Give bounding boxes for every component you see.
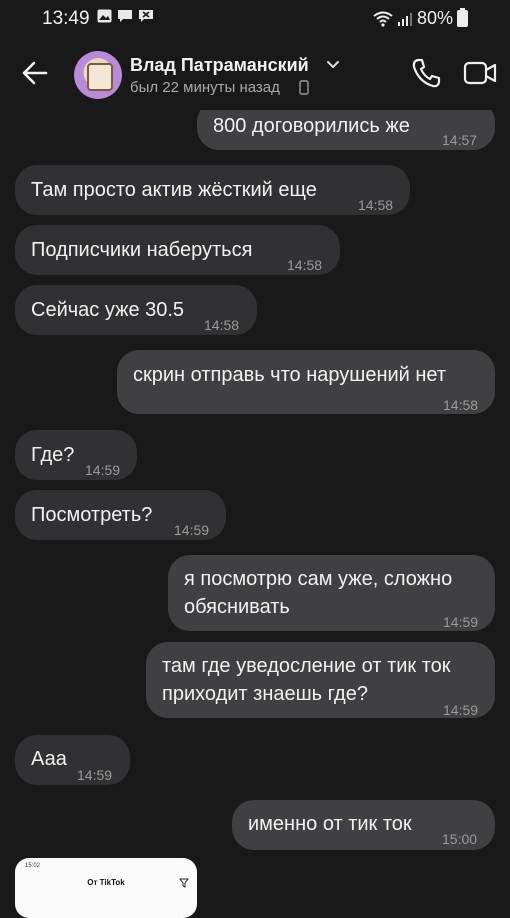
- message-text: Ааа: [31, 748, 67, 770]
- battery-icon: [457, 8, 468, 27]
- message-bubble[interactable]: скрин отправь что нарушений нет 14:58: [117, 350, 495, 414]
- message-bubble[interactable]: Где? 14:59: [15, 430, 137, 480]
- wifi-icon: [373, 11, 393, 27]
- status-bar: 13:49 80%: [0, 0, 510, 36]
- message-text: 800 договорились же: [213, 115, 410, 137]
- filter-icon: [179, 878, 189, 888]
- message-bubble[interactable]: там где уведосление от тик ток приходит …: [146, 642, 495, 718]
- message-text: Там просто актив жёсткий еще: [31, 179, 317, 201]
- message-text-line: там где уведосление от тик ток: [162, 655, 451, 677]
- notification-icons: [97, 9, 154, 23]
- message-time: 14:57: [442, 132, 478, 148]
- message-time: 14:58: [443, 397, 479, 413]
- signal-icon: [397, 12, 412, 26]
- message-time: 14:59: [85, 462, 121, 478]
- avatar[interactable]: [74, 51, 122, 99]
- contact-status: был 22 минуты назад: [130, 79, 280, 96]
- message-time: 14:59: [174, 522, 210, 538]
- image-message-preview[interactable]: 15:02 От TikTok: [15, 858, 197, 918]
- call-icon[interactable]: [409, 56, 443, 90]
- back-arrow-icon[interactable]: [20, 58, 50, 88]
- message-time: 14:59: [443, 614, 479, 630]
- message-bubble[interactable]: Там просто актив жёсткий еще 14:58: [15, 165, 410, 215]
- battery-percent: 80%: [416, 8, 453, 28]
- chevron-down-icon[interactable]: [325, 56, 341, 72]
- message-text: Сейчас уже 30.5: [31, 299, 185, 321]
- status-right: 80%: [373, 8, 468, 29]
- message-time: 14:58: [204, 317, 240, 333]
- message-bubble[interactable]: именно от тик ток 15:00: [232, 800, 495, 850]
- message-time: 14:59: [443, 702, 479, 718]
- message-time: 14:58: [358, 197, 394, 213]
- phone-device-icon: [299, 80, 309, 95]
- message-text-line: приходит знаешь где?: [162, 683, 368, 705]
- message-text: Подписчики наберуться: [31, 239, 253, 261]
- missed-call-icon: [139, 10, 153, 22]
- message-text: Посмотреть?: [31, 504, 153, 526]
- preview-status-time: 15:02: [25, 863, 41, 869]
- status-time: 13:49: [42, 8, 90, 29]
- preview-title: От TikTok: [87, 878, 125, 887]
- message-bubble[interactable]: я посмотрю сам уже, сложно обяснивать 14…: [168, 555, 495, 631]
- video-call-icon[interactable]: [463, 58, 497, 88]
- message-bubble[interactable]: Посмотреть? 14:59: [15, 490, 226, 540]
- message-time: 14:58: [287, 257, 323, 273]
- message-time: 15:00: [442, 831, 478, 847]
- message-text: скрин отправь что нарушений нет: [133, 364, 447, 386]
- contact-name[interactable]: Влад Патраманский: [130, 55, 309, 76]
- gallery-icon: [97, 9, 112, 23]
- chat-header: Влад Патраманский был 22 минуты назад: [0, 40, 510, 110]
- message-text-line: я посмотрю сам уже, сложно: [184, 568, 453, 590]
- message-bubble[interactable]: Сейчас уже 30.5 14:58: [15, 285, 257, 335]
- message-icon: [118, 10, 132, 22]
- message-text: именно от тик ток: [248, 813, 412, 835]
- message-bubble[interactable]: Ааа 14:59: [15, 735, 130, 785]
- message-bubble[interactable]: Подписчики наберуться 14:58: [15, 225, 340, 275]
- message-text-line: обяснивать: [184, 596, 290, 618]
- message-time: 14:59: [77, 767, 113, 783]
- message-text: Где?: [31, 444, 75, 466]
